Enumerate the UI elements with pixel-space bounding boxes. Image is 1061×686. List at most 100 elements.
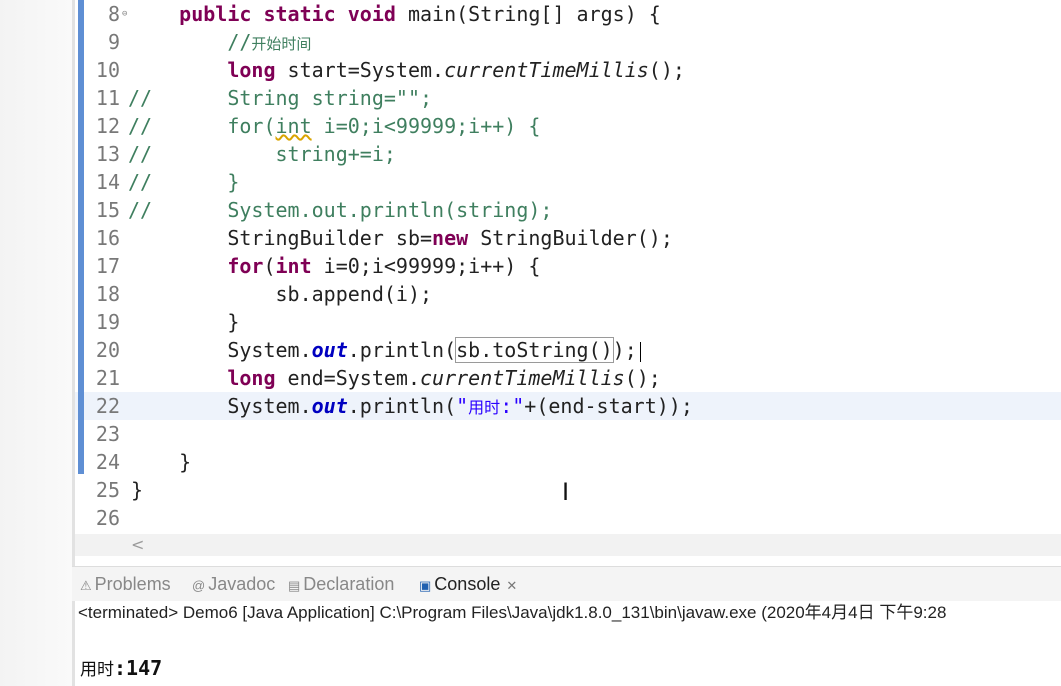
code-token: static [263,2,336,26]
code-line[interactable]: 18 sb.append(i); [75,280,1061,308]
line-number: 22 [95,394,120,418]
problems-icon: ⚠ [80,578,92,593]
code-text: public static void main(String[] args) { [131,0,661,28]
code-token: // [227,30,252,54]
code-token: +(end-start)); [524,394,693,418]
code-token: int [275,254,312,278]
code-token: end=System. [275,366,420,390]
code-line[interactable]: 24 } [75,448,1061,476]
code-token: main(String[] args) { [395,2,661,26]
code-line[interactable]: 23 [75,420,1061,448]
code-text: StringBuilder sb=new StringBuilder(); [131,224,673,252]
code-token: ); [612,338,637,362]
code-token: } [131,170,240,194]
code-text: } [131,168,239,196]
tab-javadoc[interactable]: @ Javadoc [192,567,275,601]
code-text: System.out.println("用时:"+(end-start)); [131,392,693,422]
code-line[interactable]: 21 long end=System.currentTimeMillis(); [75,364,1061,392]
code-text: long start=System.currentTimeMillis(); [131,56,685,84]
code-token: sb.append(i); [131,282,433,306]
tab-declaration[interactable]: ▤ Declaration [288,567,394,601]
text-cursor-icon: I [562,478,570,506]
code-line[interactable]: 14// } [75,168,1061,196]
code-line[interactable]: 22 System.out.println("用时:"+(end-start))… [75,392,1061,420]
code-token: StringBuilder(); [468,226,673,250]
code-token: i=0;i<99999;i++) { [311,114,541,138]
code-token: sb.toString() [455,337,614,363]
line-number: 24 [95,450,120,474]
bottom-panel-tabs: ⚠ Problems @ Javadoc ▤ Declaration ▣ Console ✕ [72,566,1061,601]
console-icon: ▣ [419,578,432,593]
code-line[interactable]: 10 long start=System.currentTimeMillis()… [75,56,1061,84]
code-line[interactable]: 16 StringBuilder sb=new StringBuilder(); [75,224,1061,252]
code-line[interactable]: 11// String string=""; [75,84,1061,112]
fold-toggle-icon[interactable]: ⊖ [122,0,127,28]
javadoc-icon: @ [192,578,206,593]
code-line[interactable]: 17 for(int i=0;i<99999;i++) { [75,252,1061,280]
code-token: (); [648,58,685,82]
line-number: 11 [95,86,120,110]
code-token: new [432,226,469,250]
code-line[interactable]: 13// string+=i; [75,140,1061,168]
code-text: long end=System.currentTimeMillis(); [131,364,661,392]
code-text: string+=i; [131,140,395,168]
tab-problems[interactable]: ⚠ Problems [80,567,171,601]
scroll-left-arrow-icon[interactable]: < [131,534,144,556]
tab-label: Declaration [303,574,395,594]
code-token: .println( [347,338,457,362]
code-token: (); [624,366,661,390]
code-text: sb.append(i); [131,280,432,308]
line-number: 23 [95,422,120,446]
code-token: } [131,310,240,334]
code-token: StringBuilder sb= [131,226,433,250]
tab-label: Javadoc [208,574,276,594]
code-text: for(int i=0;i<99999;i++) { [131,112,540,140]
code-text: for(int i=0;i<99999;i++) { [131,252,540,280]
tab-label: Console [434,574,501,594]
code-token: for( [131,114,276,138]
code-line[interactable]: 20 System.out.println(sb.toString()); [75,336,1061,364]
code-token: 用时 [468,398,501,417]
code-text: } [131,476,143,504]
code-line[interactable]: 19 } [75,308,1061,336]
code-line[interactable]: 8 ⊖ public static void main(String[] args… [75,0,1061,28]
code-token: for [227,254,264,278]
code-line[interactable]: 26 [75,504,1061,532]
tab-console[interactable]: ▣ Console ✕ [419,567,517,601]
code-token: currentTimeMillis [444,58,649,82]
line-number: 12 [95,114,120,138]
code-line[interactable]: 9 //开始时间 [75,28,1061,56]
code-token: String string=""; [131,86,433,110]
console-output-label: 用时 [80,660,114,680]
code-token: long [227,58,276,82]
line-number: 8 [107,2,120,26]
code-token: .println( [347,394,457,418]
line-number: 15 [95,198,120,222]
code-editor[interactable]: 8 ⊖ public static void main(String[] args… [75,0,1061,560]
line-number: 20 [95,338,120,362]
tab-label: Problems [94,574,171,594]
code-token: :" [500,394,525,418]
line-number: 19 [95,310,120,334]
code-token: long [227,366,276,390]
code-line[interactable]: 15// System.out.println(string); [75,196,1061,224]
code-token: start=System. [275,58,445,82]
code-token: void [347,2,396,26]
code-token: System.out.println(string); [131,198,553,222]
line-number: 18 [95,282,120,306]
console-output: 用时:147 [80,654,162,682]
code-line[interactable]: 12// for(int i=0;i<99999;i++) { [75,112,1061,140]
code-text: System.out.println(sb.toString()); [131,336,641,364]
code-token: public [179,2,252,26]
close-icon[interactable]: ✕ [506,578,517,593]
line-number: 17 [95,254,120,278]
quick-diff-change-bar [78,0,84,474]
horizontal-scrollbar[interactable]: < [75,534,1061,556]
code-text: //开始时间 [131,28,311,58]
